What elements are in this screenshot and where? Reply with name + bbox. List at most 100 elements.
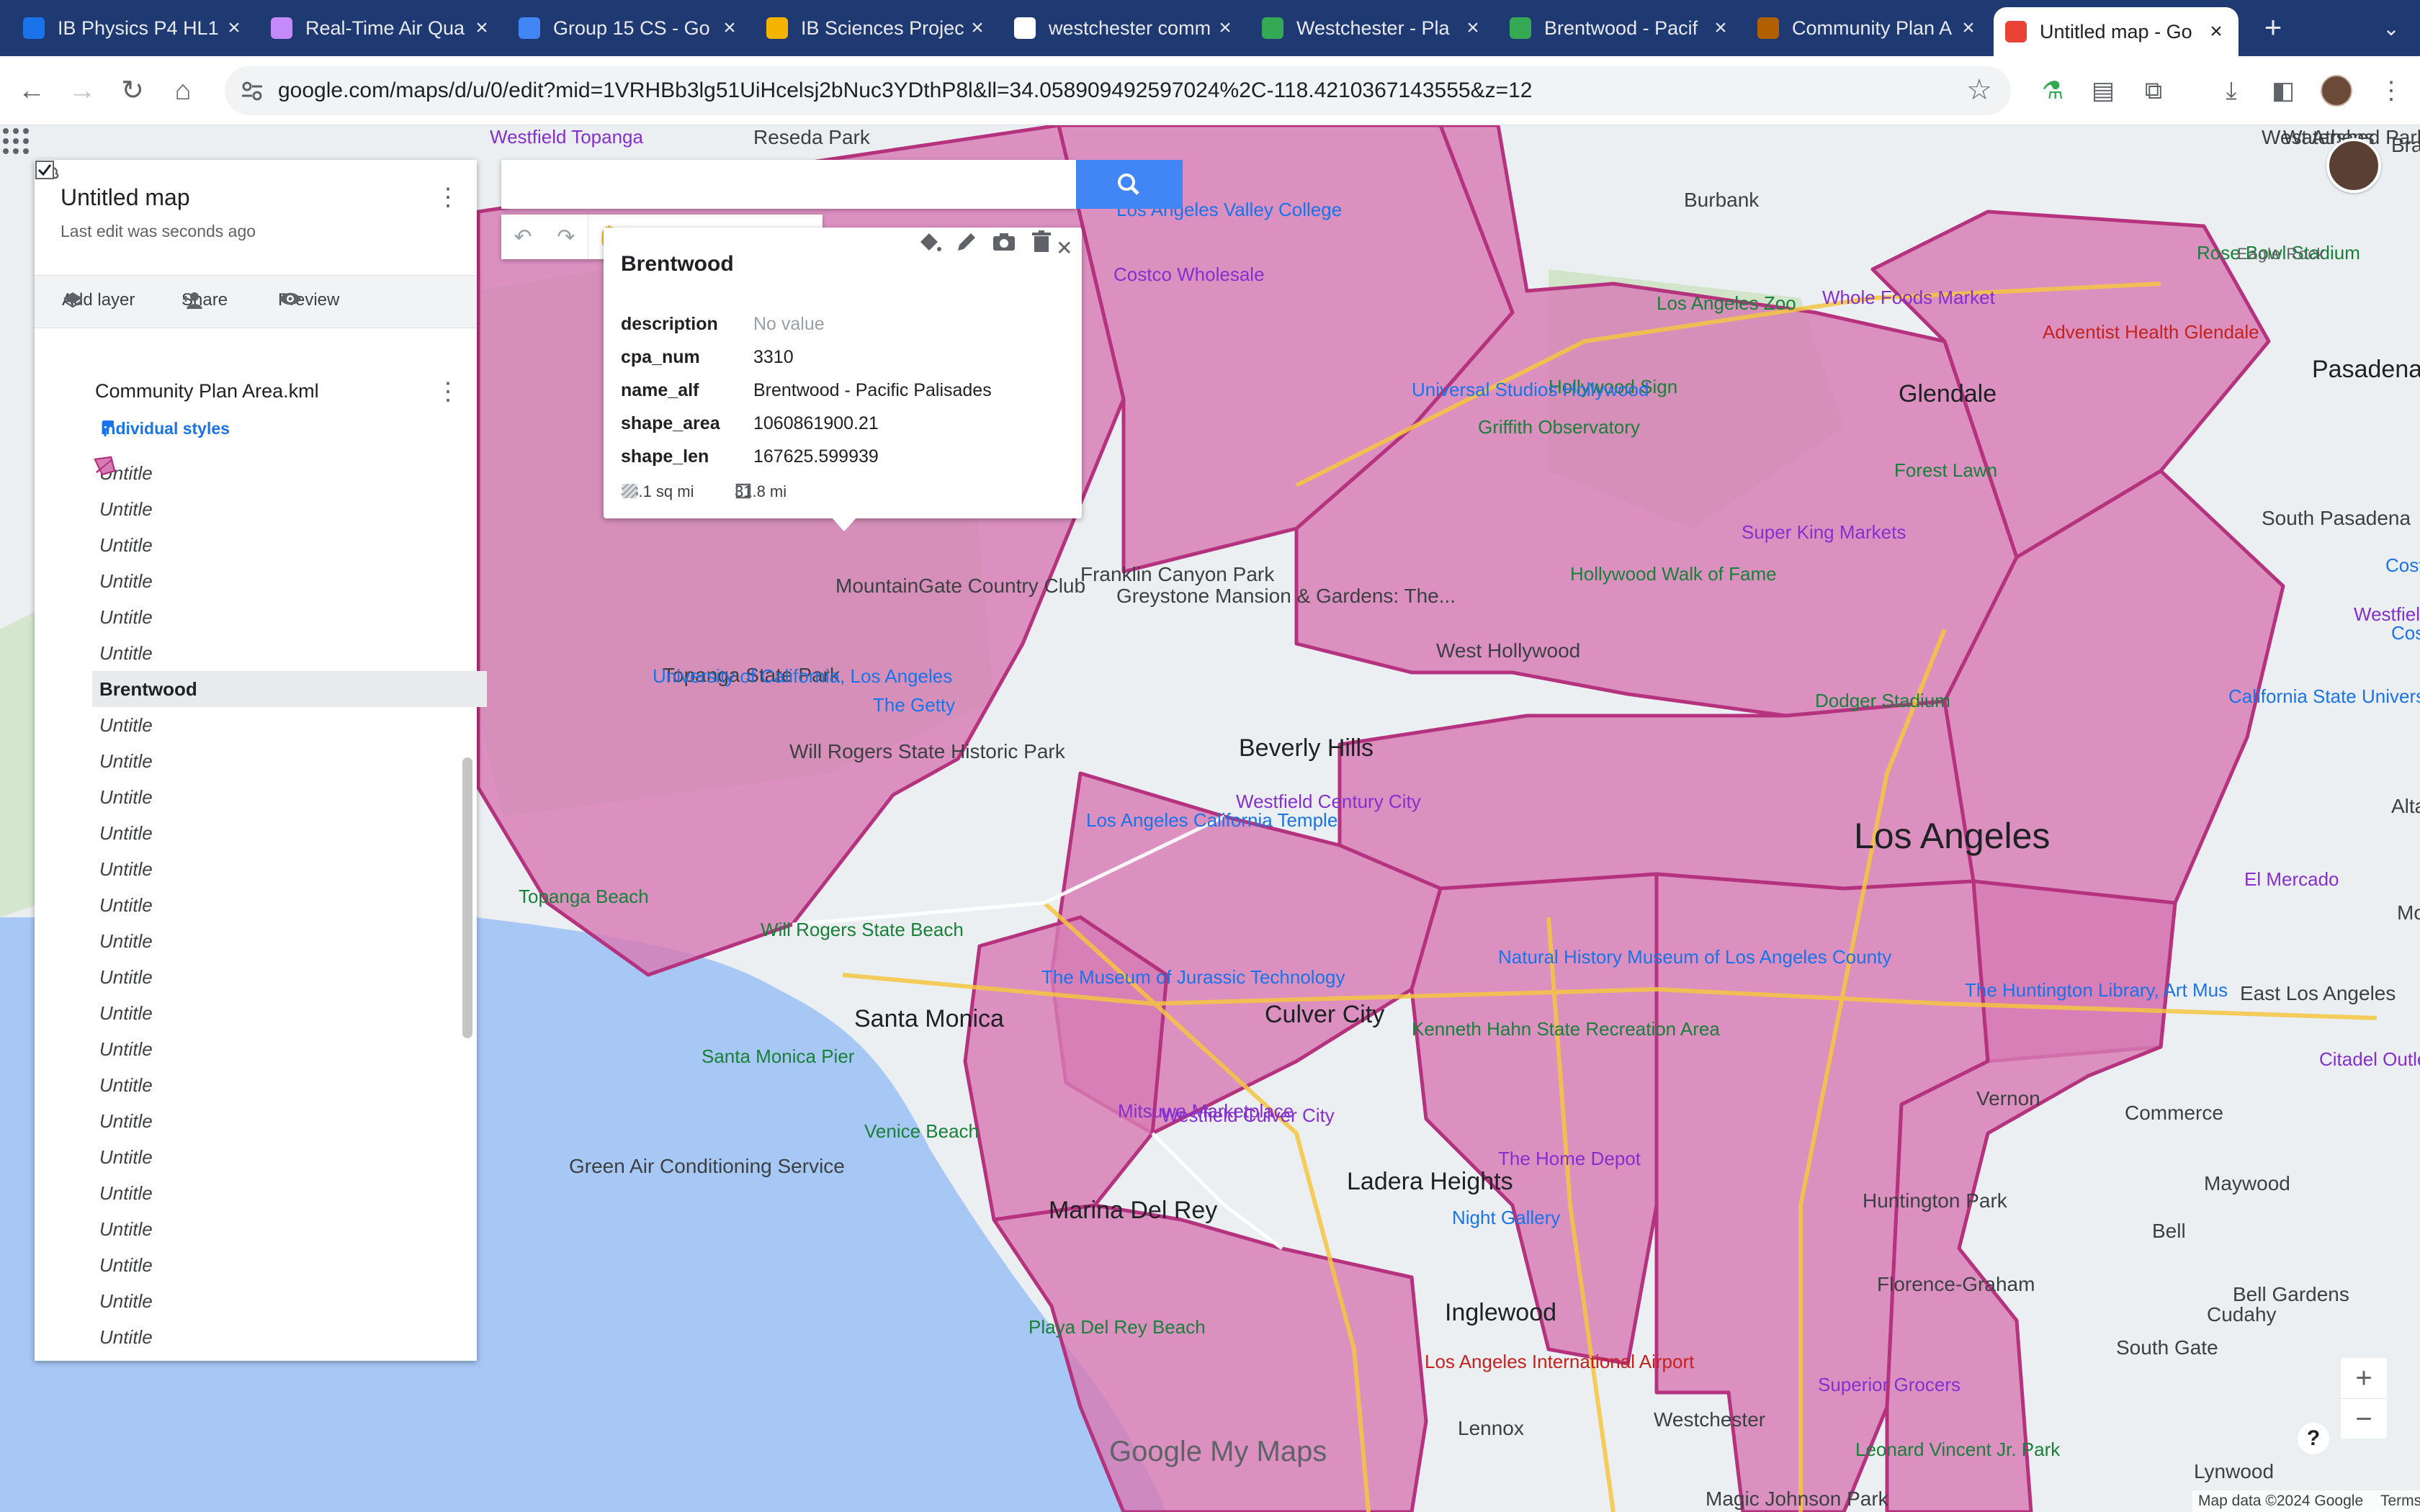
map-label[interactable]: Mo [2397, 901, 2420, 924]
site-info-icon[interactable] [238, 76, 266, 105]
info-value[interactable]: 1060861900.21 [753, 413, 879, 434]
profile-avatar[interactable] [2321, 75, 2352, 107]
map-label[interactable]: Los Angeles Zoo [1657, 292, 1796, 315]
info-value[interactable]: Brentwood - Pacific Palisades [753, 380, 992, 401]
map-label[interactable]: University of California, Los Angeles [653, 665, 952, 688]
undo-icon[interactable]: ↶ [501, 215, 544, 259]
feature-list-item[interactable]: Untitle [92, 456, 487, 635]
map-label[interactable]: Westfield Topanga [490, 126, 643, 148]
tab-close-icon[interactable]: × [719, 16, 740, 40]
map-label[interactable]: Glendale [1899, 380, 1996, 408]
redo-icon[interactable]: ↷ [544, 215, 588, 259]
browser-tab[interactable]: Real-Time Air Qua × [259, 7, 504, 49]
browser-tab[interactable]: westchester comm × [1003, 7, 1247, 49]
map-label[interactable]: El Mercado [2244, 868, 2339, 891]
map-search-input[interactable] [501, 160, 1076, 209]
feature-list-item[interactable]: Untitle [92, 456, 487, 563]
feature-list-item[interactable]: Untitle [92, 456, 487, 1211]
map-label[interactable]: Ladera Heights [1347, 1168, 1513, 1196]
feature-list-item[interactable]: Untitle [92, 456, 487, 887]
feature-list-item[interactable]: Untitle [92, 456, 487, 1139]
new-tab-button[interactable]: + [2256, 10, 2290, 45]
map-label[interactable]: East Los Angeles [2240, 982, 2396, 1005]
layer-visibility-checkbox[interactable] [35, 160, 55, 180]
feature-list-item[interactable]: Untitle [92, 456, 487, 527]
preview-button[interactable]: Preview [278, 290, 339, 310]
address-bar[interactable]: google.com/maps/d/u/0/edit?mid=1VRHBb3lg… [225, 66, 2011, 115]
share-button[interactable]: Share [182, 290, 228, 310]
panel-scrollbar[interactable] [462, 757, 472, 1038]
feature-list-item[interactable]: Brentwood [92, 456, 487, 707]
map-label[interactable]: Burbank [1684, 189, 1759, 212]
map-label[interactable]: South Gate [2116, 1336, 2218, 1359]
feature-list-item[interactable]: Untitle [92, 456, 487, 995]
tab-search-chevron-icon[interactable]: ⌄ [2377, 14, 2406, 43]
map-label[interactable]: Huntington Park [1863, 1189, 2007, 1212]
map-label[interactable]: Costco Wholesale [1113, 264, 1265, 286]
map-label[interactable]: Magic Johnson Park [1706, 1488, 1888, 1511]
map-label[interactable]: Green Air Conditioning Service [569, 1155, 845, 1178]
map-label[interactable]: Will Rogers State Historic Park [789, 740, 1065, 763]
browser-tab[interactable]: Brentwood - Pacif × [1498, 7, 1743, 49]
url-text[interactable]: google.com/maps/d/u/0/edit?mid=1VRHBb3lg… [278, 78, 1533, 103]
map-label[interactable]: California State University, Los Angeles [2228, 685, 2420, 708]
feature-list-item[interactable]: Untitle [92, 456, 487, 1355]
map-label[interactable]: Venice Beach [864, 1120, 979, 1143]
map-label[interactable]: Costco Wholesale [2385, 554, 2420, 577]
map-label[interactable]: Bell Gardens [2233, 1283, 2349, 1306]
map-label[interactable]: Universal Studios Hollywood [1412, 379, 1649, 401]
map-label[interactable]: Maywood [2204, 1172, 2290, 1195]
map-label[interactable]: Commerce [2125, 1102, 2223, 1125]
map-label[interactable]: MountainGate Country Club [835, 575, 1085, 598]
reading-mode-icon[interactable]: ▤ [2086, 73, 2120, 108]
feature-list-item[interactable]: Untitle [92, 456, 487, 923]
tab-close-icon[interactable]: × [1462, 16, 1484, 40]
zoom-in-button[interactable]: + [2341, 1358, 2387, 1398]
forward-arrow-icon[interactable]: → [62, 71, 102, 111]
map-label[interactable]: Adventist Health Glendale [2043, 321, 2259, 343]
map-label[interactable]: Pasadena [2312, 356, 2420, 384]
map-label[interactable]: Santa Monica [854, 1005, 1004, 1033]
feature-list-item[interactable]: Untitle [92, 456, 487, 1103]
feature-list-item[interactable]: Untitle [92, 456, 487, 1283]
map-label[interactable]: Whole Foods Market [1822, 287, 1995, 309]
add-layer-button[interactable]: Add layer [62, 290, 135, 310]
feature-list-item[interactable]: Untitle [92, 456, 487, 1031]
extensions-puzzle-icon[interactable]: ⧉ [2136, 73, 2171, 108]
info-value[interactable]: No value [753, 314, 825, 335]
feature-list-item[interactable]: Untitle [92, 456, 487, 1361]
map-label[interactable]: Citadel Outlets [2319, 1048, 2420, 1071]
tab-close-icon[interactable]: × [223, 16, 245, 40]
feature-list-item[interactable]: Untitle [92, 456, 487, 1067]
map-label[interactable]: Brand Park [2391, 134, 2420, 157]
map-label[interactable]: Mitsuwa Marketplace [1118, 1100, 1294, 1122]
tab-close-icon[interactable]: × [1958, 16, 1979, 40]
extension-active-icon[interactable]: ⚗ [2035, 73, 2070, 108]
browser-tab[interactable]: Untitled map - Go × [1994, 7, 2238, 56]
browser-menu-icon[interactable]: ⋮ [2377, 73, 2406, 108]
map-label[interactable]: The Museum of Jurassic Technology [1041, 966, 1345, 989]
browser-tab[interactable]: IB Physics P4 HL1 × [12, 7, 256, 49]
home-icon[interactable]: ⌂ [163, 71, 203, 111]
map-label[interactable]: Marina Del Rey [1049, 1197, 1217, 1225]
map-title[interactable]: Untitled map [60, 184, 190, 211]
tab-close-icon[interactable]: × [1710, 16, 1731, 40]
close-icon[interactable]: ✕ [1056, 236, 1072, 260]
region-wilshire[interactable] [1337, 699, 1976, 891]
map-label[interactable]: Forest Lawn [1894, 459, 1997, 482]
browser-tab[interactable]: Community Plan A × [1746, 7, 1991, 49]
map-label[interactable]: The Home Depot [1498, 1148, 1641, 1170]
info-value[interactable]: 167625.599939 [753, 446, 879, 467]
map-label[interactable]: Dodger Stadium [1815, 690, 1950, 712]
map-label[interactable]: Night Gallery [1452, 1207, 1560, 1229]
map-label[interactable]: West Hollywood [1436, 639, 1580, 662]
side-panel-icon[interactable]: ◧ [2266, 73, 2300, 108]
panel-more-vert-icon[interactable]: ⋮ [434, 183, 462, 212]
tab-close-icon[interactable]: × [1214, 16, 1236, 40]
google-apps-grid-icon[interactable] [0, 125, 32, 157]
map-label[interactable]: Playa Del Rey Beach [1028, 1316, 1206, 1338]
terms-link[interactable]: Terms [2380, 1493, 2420, 1509]
map-label[interactable]: Topanga Beach [519, 886, 649, 908]
map-label[interactable]: Bell [2152, 1220, 2186, 1243]
bookmark-star-icon[interactable]: ☆ [1966, 73, 1992, 107]
